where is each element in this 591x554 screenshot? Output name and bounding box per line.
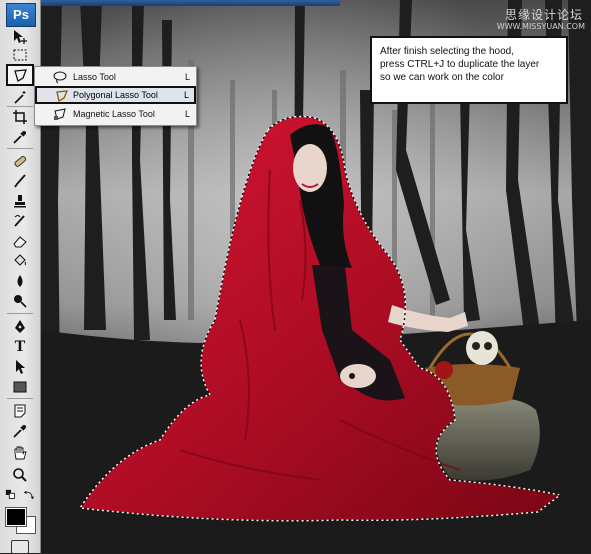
flyout-item-shortcut: L <box>183 90 189 100</box>
eyedropper-3d-tool[interactable] <box>10 422 30 440</box>
path-select-tool[interactable] <box>10 358 30 376</box>
tutorial-annotation: After finish selecting the hood, press C… <box>370 36 568 104</box>
toolbox-separator <box>7 313 33 314</box>
bandage-icon <box>14 155 27 167</box>
pen-icon <box>15 320 25 333</box>
hand-icon <box>14 446 27 460</box>
document-title-bar <box>40 0 340 6</box>
flyout-item-label: Lasso Tool <box>73 72 116 82</box>
crop-tool[interactable] <box>10 108 30 126</box>
annotation-line: After finish selecting the hood, <box>380 46 514 57</box>
eyedropper-icon <box>13 425 26 438</box>
zoom-icon <box>13 468 27 482</box>
watermark-url: WWW.MISSYUAN.COM <box>496 22 585 31</box>
dodge-tool[interactable] <box>10 292 30 310</box>
marquee-icon <box>13 49 27 61</box>
flyout-item-label: Magnetic Lasso Tool <box>73 109 155 119</box>
history-brush-tool[interactable] <box>10 212 30 230</box>
toolbox-separator <box>7 398 33 399</box>
stamp-icon <box>14 195 26 208</box>
marquee-tool[interactable] <box>10 46 30 64</box>
dodge-icon <box>14 295 27 308</box>
flyout-item-lasso[interactable]: Lasso Tool L <box>35 68 196 86</box>
eyedropper-icon <box>13 131 26 144</box>
magic-wand-icon <box>14 91 26 104</box>
watermark-text: 思缘设计论坛 <box>504 8 583 22</box>
rectangle-icon <box>13 381 27 393</box>
pen-tool[interactable] <box>10 318 30 336</box>
toolbox-separator <box>7 106 33 107</box>
flyout-item-label: Polygonal Lasso Tool <box>73 90 158 100</box>
annotation-line: so we can work on the color <box>380 72 504 83</box>
default-colors-icon <box>5 489 15 499</box>
flyout-item-magnetic-lasso[interactable]: Magnetic Lasso Tool L <box>35 105 196 123</box>
polygonal-lasso-icon <box>56 90 69 103</box>
lasso-tool-selected[interactable] <box>6 64 34 86</box>
paint-bucket-tool[interactable] <box>10 252 30 270</box>
note-icon <box>14 404 26 418</box>
eraser-icon <box>13 236 27 248</box>
clone-stamp-tool[interactable] <box>10 192 30 210</box>
toolbox-separator <box>7 148 33 149</box>
move-tool[interactable] <box>10 28 30 46</box>
default-colors-toggle[interactable] <box>4 488 18 502</box>
shape-tool[interactable] <box>10 378 30 396</box>
foreground-color-swatch[interactable] <box>5 507 27 527</box>
flyout-item-polygonal-lasso[interactable]: Polygonal Lasso Tool L <box>35 86 196 104</box>
healing-tool[interactable] <box>10 152 30 170</box>
arrow-icon <box>16 360 25 374</box>
swap-arrow-icon <box>23 490 35 500</box>
drop-icon <box>17 275 23 287</box>
move-icon <box>14 30 27 44</box>
hand-tool[interactable] <box>10 444 30 462</box>
eyedropper-tool[interactable] <box>10 128 30 146</box>
lasso-icon <box>53 71 67 84</box>
annotation-line: press CTRL+J to duplicate the layer <box>380 59 540 70</box>
flyout-item-shortcut: L <box>184 109 190 119</box>
lasso-tool-flyout: Lasso Tool L Polygonal Lasso Tool L Magn… <box>34 66 197 126</box>
flyout-item-shortcut: L <box>184 72 190 82</box>
history-brush-icon <box>14 215 25 227</box>
brush-icon <box>14 174 26 188</box>
crop-icon <box>13 110 27 124</box>
quick-select-tool[interactable] <box>10 88 30 106</box>
magnetic-lasso-icon <box>54 108 66 120</box>
blur-tool[interactable] <box>10 272 30 290</box>
polygonal-lasso-icon <box>14 69 27 82</box>
bucket-icon <box>14 254 26 266</box>
eraser-tool[interactable] <box>10 232 30 250</box>
notes-tool[interactable] <box>10 402 30 420</box>
photoshop-logo[interactable]: Ps <box>6 3 36 27</box>
type-icon: T <box>14 338 26 355</box>
swap-colors-toggle[interactable] <box>22 488 36 502</box>
brush-tool[interactable] <box>10 172 30 190</box>
zoom-tool[interactable] <box>10 466 30 484</box>
type-tool[interactable]: T <box>10 338 30 356</box>
quick-mask-button[interactable] <box>11 540 29 554</box>
